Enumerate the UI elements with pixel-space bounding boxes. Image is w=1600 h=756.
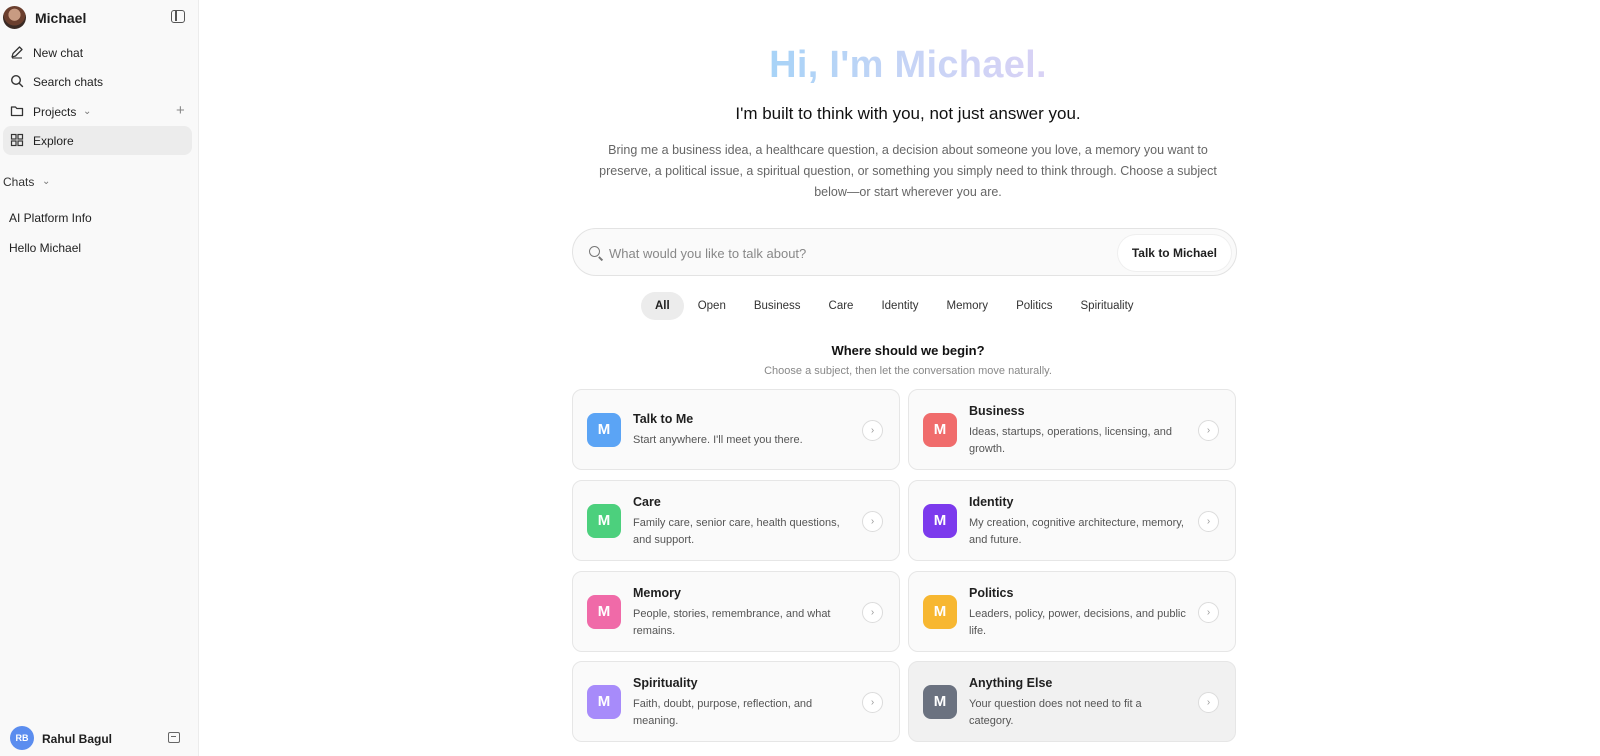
- user-avatar: RB: [10, 726, 34, 750]
- topic-card-anything-else[interactable]: M Anything Else Your question does not n…: [908, 661, 1236, 742]
- filter-business[interactable]: Business: [740, 292, 815, 320]
- topic-title: Anything Else: [969, 676, 1053, 690]
- topic-title: Identity: [969, 495, 1014, 509]
- chevron-right-icon[interactable]: ›: [862, 692, 883, 713]
- filter-identity[interactable]: Identity: [867, 292, 932, 320]
- topic-description: My creation, cognitive architecture, mem…: [969, 517, 1184, 546]
- section-subtitle: Choose a subject, then let the conversat…: [764, 365, 1052, 377]
- chat-item[interactable]: Hello Michael: [9, 241, 81, 255]
- new-chat-label: New chat: [33, 46, 84, 60]
- filter-politics[interactable]: Politics: [1002, 292, 1066, 320]
- topic-card-care[interactable]: M Care Family care, senior care, health …: [572, 480, 900, 561]
- topic-title: Memory: [633, 586, 681, 600]
- user-name: Rahul Bagul: [42, 732, 113, 746]
- folder-icon: [10, 106, 24, 117]
- talk-to-michael-button[interactable]: Talk to Michael: [1117, 235, 1231, 271]
- chevron-right-icon[interactable]: ›: [862, 420, 883, 441]
- chevron-right-icon[interactable]: ›: [1198, 602, 1219, 623]
- search-icon: [10, 74, 24, 88]
- search-input[interactable]: [609, 242, 1089, 264]
- sidebar-header: Michael: [0, 0, 199, 36]
- hero-title: Hi, I'm Michael.: [200, 44, 1600, 87]
- topic-badge: M: [587, 504, 621, 538]
- topic-description: Leaders, policy, power, decisions, and p…: [969, 608, 1186, 637]
- topic-title: Spirituality: [633, 676, 698, 690]
- topic-badge: M: [923, 595, 957, 629]
- sidebar: Michael New chat Search chats Projects ⌄…: [0, 0, 199, 756]
- main-content: Hi, I'm Michael. I'm built to think with…: [200, 0, 1600, 756]
- topic-description: Your question does not need to fit a cat…: [969, 698, 1142, 727]
- filter-spirituality[interactable]: Spirituality: [1067, 292, 1148, 320]
- chats-section-label[interactable]: Chats ⌄: [3, 175, 50, 189]
- filter-all[interactable]: All: [641, 292, 684, 320]
- chevron-right-icon[interactable]: ›: [862, 511, 883, 532]
- filter-open[interactable]: Open: [684, 292, 740, 320]
- chevron-down-icon[interactable]: ⌄: [83, 106, 91, 117]
- explore-label: Explore: [33, 134, 74, 148]
- topic-card-spirituality[interactable]: M Spirituality Faith, doubt, purpose, re…: [572, 661, 900, 742]
- topic-card-business[interactable]: M Business Ideas, startups, operations, …: [908, 389, 1236, 470]
- topic-title: Talk to Me: [633, 412, 694, 426]
- chats-label-text: Chats: [3, 175, 35, 189]
- chevron-right-icon[interactable]: ›: [1198, 511, 1219, 532]
- topic-description: Family care, senior care, health questio…: [633, 517, 840, 546]
- chat-item[interactable]: AI Platform Info: [9, 211, 92, 225]
- topic-card-politics[interactable]: M Politics Leaders, policy, power, decis…: [908, 571, 1236, 652]
- chevron-down-icon[interactable]: ⌄: [42, 176, 50, 187]
- assistant-avatar[interactable]: [3, 6, 26, 29]
- topic-description: Ideas, startups, operations, licensing, …: [969, 426, 1173, 455]
- topic-badge: M: [923, 685, 957, 719]
- search-chats-label: Search chats: [33, 75, 104, 89]
- topic-title: Business: [969, 404, 1025, 418]
- topic-card-memory[interactable]: M Memory People, stories, remembrance, a…: [572, 571, 900, 652]
- topic-badge: M: [587, 685, 621, 719]
- chevron-right-icon[interactable]: ›: [862, 602, 883, 623]
- sidebar-toggle-icon[interactable]: [171, 10, 185, 23]
- pencil-icon: [11, 46, 23, 59]
- add-project-icon[interactable]: +: [176, 102, 185, 119]
- topic-card-talk-to-me[interactable]: M Talk to Me Start anywhere. I'll meet y…: [572, 389, 900, 470]
- filter-care[interactable]: Care: [815, 292, 868, 320]
- chevron-right-icon[interactable]: ›: [1198, 420, 1219, 441]
- topic-description: Start anywhere. I'll meet you there.: [633, 434, 803, 446]
- new-chat-button[interactable]: New chat: [3, 38, 192, 67]
- projects-label: Projects: [33, 105, 77, 119]
- filter-tabs: All Open Business Care Identity Memory P…: [641, 292, 1148, 320]
- chevron-right-icon[interactable]: ›: [1198, 692, 1219, 713]
- user-profile[interactable]: RB Rahul Bagul: [0, 724, 199, 754]
- search-icon: [589, 246, 600, 257]
- hero-subtitle: I'm built to think with you, not just an…: [735, 104, 1081, 123]
- topic-description: People, stories, remembrance, and what r…: [633, 608, 831, 637]
- topic-title: Care: [633, 495, 661, 509]
- sidebar-title[interactable]: Michael: [35, 10, 86, 26]
- topic-card-identity[interactable]: M Identity My creation, cognitive archit…: [908, 480, 1236, 561]
- grid-icon: [10, 133, 24, 147]
- archive-icon[interactable]: [168, 732, 180, 743]
- section-title: Where should we begin?: [831, 343, 985, 358]
- topic-description: Faith, doubt, purpose, reflection, and m…: [633, 698, 813, 727]
- topic-title: Politics: [969, 586, 1014, 600]
- hero-description: Bring me a business idea, a healthcare q…: [599, 143, 1217, 199]
- search-chats-button[interactable]: Search chats: [3, 67, 192, 96]
- topic-badge: M: [923, 504, 957, 538]
- hero-title-text: Hi, I'm Michael.: [769, 44, 1047, 86]
- topic-badge: M: [923, 413, 957, 447]
- topic-badge: M: [587, 413, 621, 447]
- topic-badge: M: [587, 595, 621, 629]
- explore-button[interactable]: Explore: [3, 126, 192, 155]
- projects-button[interactable]: Projects ⌄ +: [3, 97, 192, 126]
- search-bar: Talk to Michael: [572, 228, 1237, 276]
- filter-memory[interactable]: Memory: [933, 292, 1003, 320]
